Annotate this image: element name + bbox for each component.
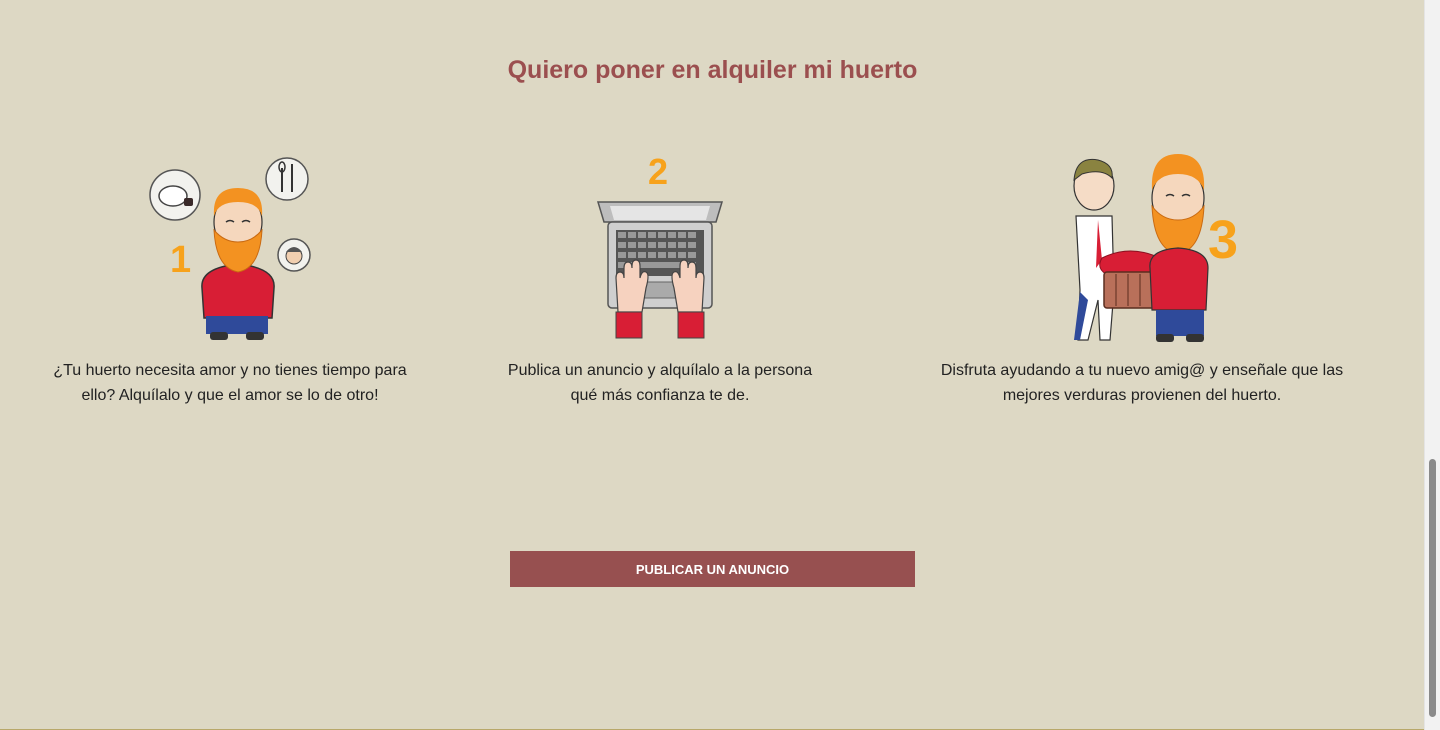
vertical-scrollbar[interactable] bbox=[1424, 0, 1440, 730]
step-3: 3 Disfruta ayudando a tu nuevo amig@ y e… bbox=[932, 150, 1352, 408]
svg-text:2: 2 bbox=[648, 151, 668, 192]
step-1-text-line1: ¿Tu huerto necesita amor y no tienes tie… bbox=[53, 362, 407, 379]
publish-ad-button[interactable]: PUBLICAR UN ANUNCIO bbox=[510, 551, 915, 587]
svg-text:1: 1 bbox=[170, 239, 191, 281]
step-2-text-line2: qué más confianza te de. bbox=[570, 387, 750, 404]
two-men-vegetable-basket-icon: 3 bbox=[932, 150, 1352, 345]
svg-text:3: 3 bbox=[1208, 210, 1238, 270]
section-title: Quiero poner en alquiler mi huerto bbox=[507, 56, 918, 84]
bearded-man-thinking-icon: 1 bbox=[20, 150, 440, 345]
step-3-text-line1: Disfruta ayudando a tu nuevo amig@ y ens… bbox=[940, 362, 1344, 379]
step-1-text: ¿Tu huerto necesita amor y no tienes tie… bbox=[20, 358, 440, 408]
scrollbar-thumb[interactable] bbox=[1429, 459, 1436, 717]
step-1: 1 ¿Tu huerto necesita amor y no tienes t… bbox=[20, 150, 440, 408]
step-3-text: Disfruta ayudando a tu nuevo amig@ y ens… bbox=[932, 358, 1352, 408]
laptop-typing-icon: 2 bbox=[450, 150, 870, 345]
step-2-text-line1: Publica un anuncio y alquílalo a la pers… bbox=[507, 362, 813, 379]
step-3-text-line2: mejores verduras provienen del huerto. bbox=[1002, 387, 1282, 404]
step-1-text-line2: ello? Alquílalo y que el amor se lo de o… bbox=[81, 387, 379, 404]
page: Quiero poner en alquiler mi huerto 1 ¿Tu… bbox=[0, 0, 1440, 730]
step-2: 2 Publica un anuncio y alquílalo a la pe… bbox=[450, 150, 870, 408]
step-2-text: Publica un anuncio y alquílalo a la pers… bbox=[450, 358, 870, 408]
